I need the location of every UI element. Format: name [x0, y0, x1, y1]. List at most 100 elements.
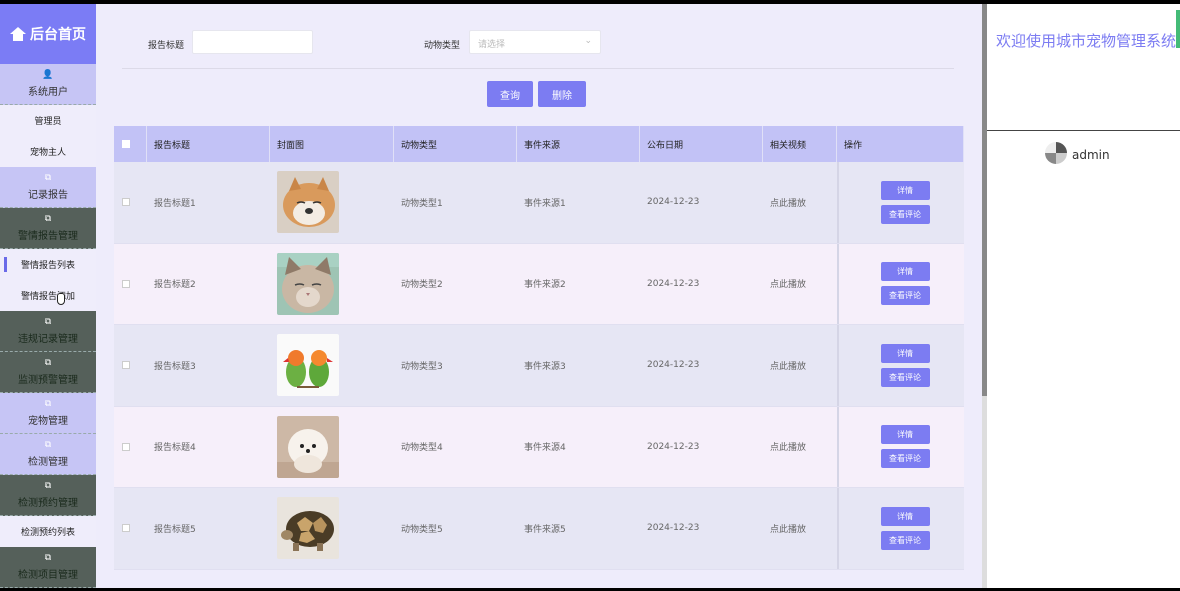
title-filter-label: 报告标题 [148, 41, 185, 51]
cover-image[interactable] [277, 497, 339, 560]
detail-button[interactable]: 详情 [880, 262, 930, 282]
play-video-link[interactable]: 点此播放 [763, 162, 837, 243]
sidebar-section-label: 警情报告管理 [18, 230, 78, 242]
row-checkbox[interactable] [122, 442, 130, 451]
sidebar-subitem[interactable]: 警情报告添加 [0, 280, 96, 311]
panel-divider [987, 130, 1180, 131]
view-comments-button[interactable]: 查看评论 [880, 204, 930, 224]
cell-animal-type: 动物类型2 [401, 280, 443, 291]
detail-button[interactable]: 详情 [880, 343, 930, 363]
cover-image[interactable] [277, 415, 339, 478]
cell-date: 2024-12-23 [647, 441, 700, 452]
sidebar-section[interactable]: ⧉ 检测预约管理 [0, 475, 96, 516]
header-cover: 封面图 [270, 126, 394, 162]
table-row: 报告标题3 动物类型3 事件来源3 2024-12-23 点此播放 详情 查看评论 [114, 325, 964, 407]
sidebar-section[interactable]: ⧉ 检测管理 [0, 434, 96, 475]
sidebar-section[interactable]: ⧉ 违规记录管理 [0, 311, 96, 352]
cell-source: 事件来源1 [524, 198, 566, 209]
detail-button[interactable]: 详情 [880, 425, 930, 445]
sidebar-subitem-label: 警情报告列表 [20, 261, 75, 271]
play-video-link[interactable]: 点此播放 [763, 488, 837, 569]
animal-type-select[interactable]: 请选择 ⌄ [469, 30, 601, 54]
user-icon: 👤 [42, 69, 54, 80]
row-checkbox[interactable] [122, 524, 130, 533]
row-checkbox[interactable] [122, 361, 130, 370]
avatar[interactable] [1045, 142, 1067, 164]
edit-icon: ⧉ [44, 316, 52, 327]
row-select-cell [114, 407, 147, 488]
sidebar-subitem-label: 检测预约列表 [20, 528, 75, 538]
cell-source: 事件来源4 [524, 443, 566, 454]
row-checkbox[interactable] [122, 279, 130, 288]
cell-title: 报告标题4 [154, 443, 196, 454]
sidebar-subitem[interactable]: 管理员 [0, 105, 96, 136]
cell-source: 事件来源2 [524, 280, 566, 291]
play-video-link[interactable]: 点此播放 [763, 325, 837, 406]
sidebar-section[interactable]: ⧉ 宠物管理 [0, 393, 96, 434]
sidebar-section-label: 记录报告 [28, 189, 68, 201]
table-header: 报告标题 封面图 动物类型 事件来源 公布日期 相关视频 操作 [114, 126, 964, 162]
table-row: 报告标题1 动物类型1 事件来源1 2024-12-23 点此播放 详情查看评论 [114, 162, 964, 244]
sidebar-section-label: 监测预警管理 [18, 374, 78, 386]
home-link[interactable]: 后台首页 [0, 4, 96, 64]
sidebar-menu: 👤 系统用户 管理员 宠物主人 ⧉ 记录报告 ⧉ 警情报告管理 警情报告列表 警情报告添加 ⧉ 违规记… [0, 64, 96, 588]
table-row: 报告标题4 动物类型4 事件来源4 2024-12-23 点此播放 详情 查看评论 [114, 406, 964, 488]
report-table: 报告标题 封面图 动物类型 事件来源 公布日期 相关视频 操作 报告标题1 动物类… [114, 126, 964, 570]
sidebar-subitem[interactable]: 宠物主人 [0, 136, 96, 167]
cell-animal-type: 动物类型4 [401, 443, 443, 454]
view-comments-button[interactable]: 查看评论 [880, 449, 930, 469]
view-comments-button[interactable]: 查看评论 [880, 286, 930, 306]
cell-animal-type: 动物类型1 [401, 198, 443, 209]
title-search-input[interactable] [192, 30, 313, 54]
cover-image[interactable] [277, 334, 339, 397]
cell-animal-type: 动物类型5 [401, 524, 443, 535]
cell-date: 2024-12-23 [647, 523, 700, 534]
cell-actions: 详情 查看评论 [837, 488, 964, 569]
sidebar-section-label: 检测管理 [28, 456, 68, 468]
sidebar-section[interactable]: ⧉ 警情报告管理 [0, 208, 96, 249]
select-all-checkbox[interactable] [122, 140, 130, 148]
edit-icon: ⧉ [44, 172, 52, 183]
sidebar-section[interactable]: ⧉ 记录报告 [0, 167, 96, 208]
right-panel: 欢迎使用城市宠物管理系统 admin [987, 4, 1180, 588]
cell-title: 报告标题1 [154, 198, 196, 209]
sidebar-subitem[interactable]: 警情报告列表 [0, 249, 96, 280]
header-video: 相关视频 [763, 126, 837, 162]
row-select-cell [114, 244, 147, 325]
cell-date: 2024-12-23 [647, 197, 700, 208]
cell-actions: 详情 查看评论 [837, 325, 964, 406]
sidebar-section-label: 检测项目管理 [18, 569, 78, 581]
cover-image[interactable] [277, 252, 339, 315]
search-divider [122, 68, 954, 69]
cell-title: 报告标题5 [154, 524, 196, 535]
header-actions: 操作 [837, 126, 964, 162]
username: admin [1072, 148, 1110, 162]
row-checkbox[interactable] [122, 198, 130, 207]
sidebar-section-label: 系统用户 [28, 86, 68, 98]
view-comments-button[interactable]: 查看评论 [880, 367, 930, 387]
detail-button[interactable]: 详情 [880, 506, 930, 526]
home-icon [10, 27, 26, 41]
query-button[interactable]: 查询 [487, 81, 533, 107]
sidebar-subitem[interactable]: 检测预约列表 [0, 516, 96, 547]
view-comments-button[interactable]: 查看评论 [880, 530, 930, 550]
cell-actions: 详情 查看评论 [837, 406, 964, 487]
header-date: 公布日期 [640, 126, 763, 162]
cell-title: 报告标题3 [154, 361, 196, 372]
play-video-link[interactable]: 点此播放 [763, 244, 837, 325]
cell-date: 2024-12-23 [647, 360, 700, 371]
cover-image[interactable] [277, 171, 339, 234]
sidebar-section[interactable]: 👤 系统用户 [0, 64, 96, 105]
play-video-link[interactable]: 点此播放 [763, 407, 837, 488]
sidebar-section[interactable]: ⧉ 检测项目管理 [0, 547, 96, 588]
panel-scrollbar[interactable] [1176, 10, 1180, 48]
row-select-cell [114, 325, 147, 406]
chevron-down-icon: ⌄ [584, 36, 592, 46]
sidebar-section-label: 检测预约管理 [18, 497, 78, 509]
cell-cover [270, 162, 394, 243]
detail-button[interactable]: 详情 [880, 180, 930, 200]
edit-icon: ⧉ [44, 357, 52, 368]
delete-button[interactable]: 删除 [538, 81, 586, 107]
sidebar-section[interactable]: ⧉ 监测预警管理 [0, 352, 96, 393]
cell-source: 事件来源3 [524, 361, 566, 372]
